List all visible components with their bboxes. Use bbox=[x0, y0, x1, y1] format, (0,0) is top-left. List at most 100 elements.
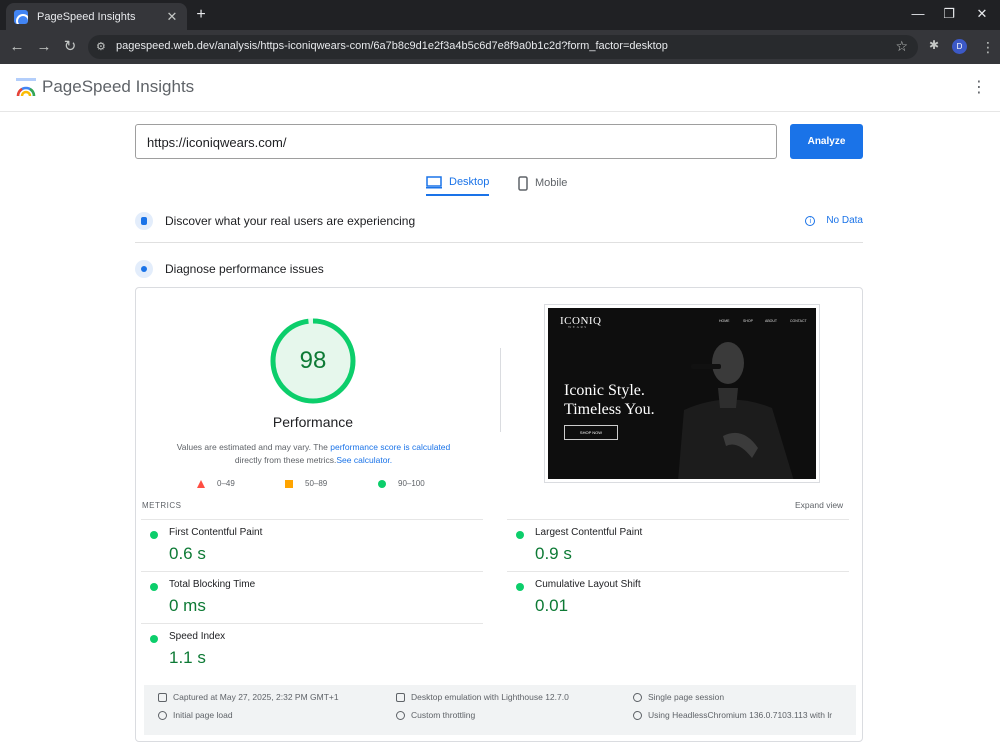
restore-icon[interactable]: ❐ bbox=[940, 6, 958, 22]
metric-fcp: First Contentful Paint 0.6 s bbox=[141, 519, 483, 571]
address-url[interactable]: pagespeed.web.dev/analysis/https-iconiqw… bbox=[116, 40, 668, 52]
profile-avatar[interactable]: D bbox=[952, 39, 967, 54]
tab-close-icon[interactable]: ✕ bbox=[163, 9, 181, 25]
screenshot-content: ICONIQ WEARS HOME SHOP ABOUT CONTACT Ico… bbox=[548, 308, 816, 479]
score-note: Values are estimated and may vary. The p… bbox=[176, 441, 451, 467]
performance-card: 98 Performance Values are estimated and … bbox=[135, 287, 863, 742]
tab-desktop-label: Desktop bbox=[449, 176, 490, 188]
browser-info: Using HeadlessChromium 136.0.7103.113 wi… bbox=[633, 710, 832, 720]
forward-icon[interactable]: → bbox=[34, 37, 54, 57]
desktop-icon bbox=[426, 175, 442, 188]
reload-icon[interactable]: ↻ bbox=[60, 37, 80, 57]
pass-dot-icon bbox=[150, 583, 158, 591]
performance-score-link[interactable]: performance score is calculated bbox=[330, 442, 450, 452]
new-tab-button[interactable]: + bbox=[192, 6, 210, 24]
pass-dot-icon bbox=[516, 583, 524, 591]
browser-toolbar: ← → ↻ ⚙ pagespeed.web.dev/analysis/https… bbox=[0, 30, 1000, 64]
info-icon: i bbox=[805, 215, 816, 226]
page-screenshot: ICONIQ WEARS HOME SHOP ABOUT CONTACT Ico… bbox=[544, 304, 820, 483]
throttling-info: Custom throttling bbox=[396, 710, 475, 720]
calendar-icon bbox=[158, 692, 167, 702]
emulation-label: Desktop emulation with Lighthouse 12.7.0 bbox=[411, 692, 569, 702]
extensions-icon[interactable]: ✱ bbox=[929, 38, 939, 52]
pagespeed-logo-icon bbox=[16, 78, 36, 97]
performance-label: Performance bbox=[272, 414, 354, 430]
window-close-icon[interactable]: ✕ bbox=[973, 6, 991, 22]
chromium-icon bbox=[633, 710, 642, 720]
session-info: Single page session bbox=[633, 692, 724, 702]
pass-dot-icon bbox=[150, 635, 158, 643]
run-info-footer: Captured at May 27, 2025, 2:32 PM GMT+1 … bbox=[144, 685, 856, 735]
diagnose-icon bbox=[135, 260, 153, 278]
analyze-button[interactable]: Analyze bbox=[790, 124, 863, 159]
back-icon[interactable]: ← bbox=[7, 37, 27, 57]
address-bar[interactable]: ⚙ pagespeed.web.dev/analysis/https-iconi… bbox=[88, 35, 918, 59]
minimize-icon[interactable]: — bbox=[909, 6, 927, 21]
initial-load-label: Initial page load bbox=[173, 710, 233, 720]
metric-value: 0.9 s bbox=[535, 544, 572, 563]
browser-label: Using HeadlessChromium 136.0.7103.113 wi… bbox=[648, 710, 833, 720]
average-square-icon bbox=[285, 479, 293, 488]
tab-desktop[interactable]: Desktop bbox=[426, 170, 490, 196]
url-input[interactable]: https://iconiqwears.com/ bbox=[135, 124, 777, 159]
performance-score: 98 bbox=[299, 347, 327, 374]
metric-value: 0 ms bbox=[169, 596, 206, 615]
browser-chrome: PageSpeed Insights ✕ + — ❐ ✕ ← → ↻ ⚙ pag… bbox=[0, 0, 1000, 64]
diagnose-section: Diagnose performance issues bbox=[135, 260, 863, 278]
site-settings-icon[interactable]: ⚙ bbox=[96, 40, 106, 53]
note-mid: directly from these metrics. bbox=[234, 455, 337, 465]
people-icon bbox=[633, 692, 642, 702]
mobile-icon bbox=[518, 175, 528, 191]
legend-fail-label: 0–49 bbox=[217, 479, 235, 488]
wifi-icon bbox=[396, 710, 405, 720]
app-logo-text[interactable]: PageSpeed Insights bbox=[42, 77, 194, 97]
metric-si: Speed Index 1.1 s bbox=[141, 623, 483, 675]
throttling-label: Custom throttling bbox=[411, 710, 476, 720]
real-users-section: Discover what your real users are experi… bbox=[135, 212, 863, 230]
expand-view-button[interactable]: Expand view bbox=[795, 500, 843, 510]
fail-triangle-icon bbox=[197, 479, 205, 488]
screenshot-nav-shop: SHOP bbox=[743, 319, 753, 323]
captured-label: Captured at May 27, 2025, 2:32 PM GMT+1 bbox=[173, 692, 339, 702]
captured-info: Captured at May 27, 2025, 2:32 PM GMT+1 bbox=[158, 692, 339, 702]
browser-tab[interactable]: PageSpeed Insights ✕ bbox=[6, 3, 187, 30]
metric-name: Cumulative Layout Shift bbox=[535, 579, 641, 590]
tab-mobile[interactable]: Mobile bbox=[518, 170, 567, 196]
screenshot-shop-button: SHOP NOW bbox=[564, 425, 618, 440]
screenshot-headline: Iconic Style. Timeless You. bbox=[564, 381, 655, 419]
metric-value: 1.1 s bbox=[169, 648, 206, 667]
legend-average-label: 50–89 bbox=[305, 479, 328, 488]
pagespeed-favicon-icon bbox=[14, 9, 28, 24]
real-users-title: Discover what your real users are experi… bbox=[165, 214, 416, 228]
metric-value: 0.6 s bbox=[169, 544, 206, 563]
section-divider bbox=[135, 242, 863, 243]
metrics-heading: METRICS bbox=[142, 501, 182, 510]
session-label: Single page session bbox=[648, 692, 725, 702]
no-data-indicator[interactable]: i No Data bbox=[805, 215, 863, 226]
initial-load-info: Initial page load bbox=[158, 710, 233, 720]
metric-name: Total Blocking Time bbox=[169, 579, 256, 590]
pass-dot-icon bbox=[150, 531, 158, 539]
screenshot-nav-home: HOME bbox=[719, 319, 730, 323]
metric-name: Largest Contentful Paint bbox=[535, 527, 643, 538]
emulation-info: Desktop emulation with Lighthouse 12.7.0 bbox=[396, 692, 569, 702]
app-header: PageSpeed Insights ⋮ bbox=[0, 64, 1000, 112]
pass-dot-icon bbox=[516, 531, 524, 539]
no-data-label: No Data bbox=[826, 215, 863, 226]
metric-value: 0.01 bbox=[535, 596, 569, 615]
see-calculator-link[interactable]: See calculator. bbox=[336, 455, 392, 465]
pass-circle-icon bbox=[378, 479, 386, 488]
tab-strip: PageSpeed Insights ✕ + — ❐ ✕ bbox=[0, 0, 1000, 30]
card-divider bbox=[500, 348, 501, 432]
legend-fail: 0–49 bbox=[197, 479, 235, 488]
legend-pass: 90–100 bbox=[378, 479, 425, 488]
bookmark-star-icon[interactable]: ☆ bbox=[895, 38, 908, 55]
metric-cls: Cumulative Layout Shift 0.01 bbox=[507, 571, 849, 623]
legend-average: 50–89 bbox=[285, 479, 327, 488]
metric-tbt: Total Blocking Time 0 ms bbox=[141, 571, 483, 623]
browser-menu-icon[interactable]: ⋮ bbox=[981, 39, 995, 56]
app-menu-icon[interactable]: ⋮ bbox=[971, 77, 987, 97]
screenshot-nav-contact: CONTACT bbox=[790, 319, 807, 323]
headline-line-2: Timeless You. bbox=[564, 401, 655, 418]
screenshot-nav-about: ABOUT bbox=[765, 319, 778, 323]
